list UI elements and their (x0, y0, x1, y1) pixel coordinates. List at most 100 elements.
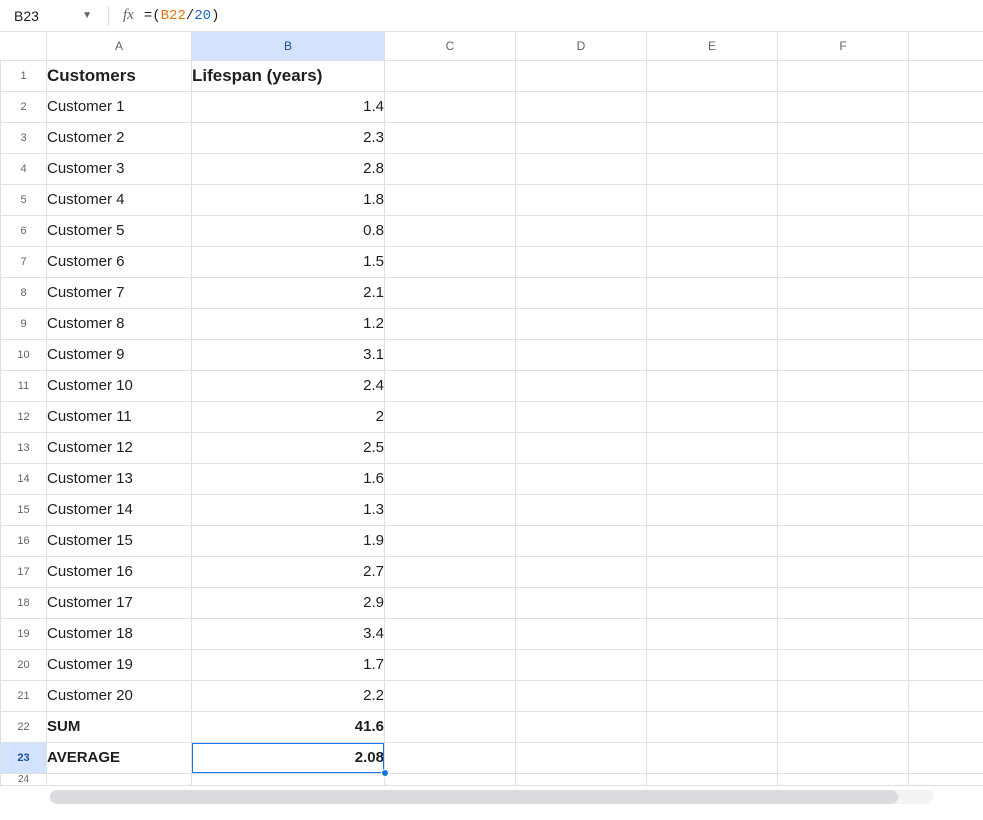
cell[interactable]: 1.6 (192, 463, 385, 494)
cell[interactable] (647, 246, 778, 277)
cell[interactable] (516, 649, 647, 680)
cell[interactable] (909, 60, 983, 91)
cell[interactable] (385, 60, 516, 91)
cell[interactable] (385, 184, 516, 215)
row-header[interactable]: 1 (1, 60, 47, 91)
cell[interactable] (909, 153, 983, 184)
cell[interactable] (778, 339, 909, 370)
cell[interactable] (516, 246, 647, 277)
row-header[interactable]: 4 (1, 153, 47, 184)
cell[interactable] (385, 308, 516, 339)
cell[interactable] (778, 463, 909, 494)
name-box[interactable]: B23 ▼ (8, 4, 98, 28)
cell[interactable] (385, 122, 516, 153)
cell[interactable] (647, 680, 778, 711)
cell[interactable] (647, 184, 778, 215)
cell[interactable] (647, 432, 778, 463)
cell[interactable]: 1.7 (192, 649, 385, 680)
cell[interactable] (778, 525, 909, 556)
cell[interactable]: Customer 18 (47, 618, 192, 649)
cell[interactable] (778, 184, 909, 215)
cell[interactable]: 1.5 (192, 246, 385, 277)
cell[interactable] (909, 277, 983, 308)
cell[interactable] (516, 680, 647, 711)
cell[interactable] (647, 401, 778, 432)
cell[interactable]: Customer 15 (47, 525, 192, 556)
spreadsheet-grid[interactable]: A B C D E F 1CustomersLifespan (years)2C… (0, 32, 983, 786)
cell[interactable] (385, 525, 516, 556)
cell[interactable]: 2.3 (192, 122, 385, 153)
cell[interactable]: 2.9 (192, 587, 385, 618)
cell[interactable] (909, 370, 983, 401)
cell[interactable] (516, 432, 647, 463)
cell[interactable] (385, 680, 516, 711)
row-header[interactable]: 15 (1, 494, 47, 525)
cell[interactable]: Lifespan (years) (192, 60, 385, 91)
cell[interactable] (909, 556, 983, 587)
cell[interactable]: Customer 10 (47, 370, 192, 401)
cell[interactable] (778, 308, 909, 339)
cell[interactable] (516, 742, 647, 773)
row-header[interactable]: 9 (1, 308, 47, 339)
cell[interactable] (778, 122, 909, 153)
cell[interactable] (778, 742, 909, 773)
row-header[interactable]: 18 (1, 587, 47, 618)
cell[interactable] (385, 432, 516, 463)
cell[interactable] (385, 618, 516, 649)
cell[interactable] (385, 587, 516, 618)
cell[interactable]: 1.4 (192, 91, 385, 122)
cell[interactable]: 1.2 (192, 308, 385, 339)
cell[interactable] (516, 525, 647, 556)
cell[interactable] (516, 773, 647, 785)
cell[interactable]: 2.8 (192, 153, 385, 184)
cell[interactable]: Customer 11 (47, 401, 192, 432)
cell[interactable] (516, 122, 647, 153)
cell[interactable] (385, 711, 516, 742)
cell[interactable]: Customer 1 (47, 91, 192, 122)
cell[interactable]: 1.8 (192, 184, 385, 215)
row-header[interactable]: 21 (1, 680, 47, 711)
cell[interactable] (47, 773, 192, 785)
cell[interactable] (909, 339, 983, 370)
cell[interactable] (909, 649, 983, 680)
cell[interactable] (778, 494, 909, 525)
cell[interactable] (516, 711, 647, 742)
column-header-B[interactable]: B (192, 32, 385, 60)
column-header-blank[interactable] (909, 32, 983, 60)
row-header[interactable]: 6 (1, 215, 47, 246)
cell[interactable]: Customer 2 (47, 122, 192, 153)
cell[interactable] (385, 742, 516, 773)
cell[interactable] (647, 649, 778, 680)
cell[interactable] (909, 587, 983, 618)
cell[interactable] (778, 556, 909, 587)
cell[interactable] (778, 153, 909, 184)
cell[interactable] (778, 277, 909, 308)
cell[interactable]: Customer 19 (47, 649, 192, 680)
cell[interactable] (516, 370, 647, 401)
cell[interactable]: Customer 6 (47, 246, 192, 277)
cell[interactable] (385, 277, 516, 308)
cell[interactable] (909, 525, 983, 556)
cell[interactable] (647, 308, 778, 339)
cell[interactable] (516, 587, 647, 618)
column-header-E[interactable]: E (647, 32, 778, 60)
cell[interactable] (192, 773, 385, 785)
cell[interactable]: 41.6 (192, 711, 385, 742)
cell[interactable] (778, 587, 909, 618)
cell[interactable] (647, 773, 778, 785)
cell[interactable]: Customer 17 (47, 587, 192, 618)
cell[interactable] (647, 277, 778, 308)
selected-cell[interactable]: 2.08 (192, 742, 385, 773)
cell[interactable] (516, 556, 647, 587)
cell[interactable] (909, 122, 983, 153)
cell[interactable]: 2.1 (192, 277, 385, 308)
formula-input[interactable]: = ( B22 / 20 ) (144, 8, 975, 24)
cell[interactable]: 2.4 (192, 370, 385, 401)
cell[interactable] (647, 215, 778, 246)
cell[interactable] (516, 184, 647, 215)
cell[interactable] (909, 184, 983, 215)
cell[interactable] (909, 463, 983, 494)
cell[interactable] (647, 91, 778, 122)
chevron-down-icon[interactable]: ▼ (82, 10, 92, 21)
cell[interactable]: 2 (192, 401, 385, 432)
